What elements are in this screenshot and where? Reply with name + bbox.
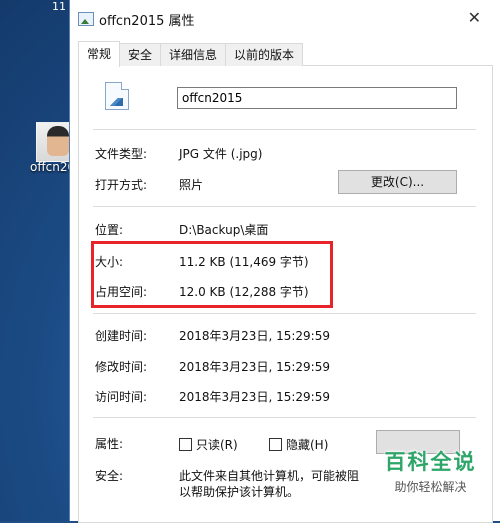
checkbox-box[interactable] <box>179 438 192 451</box>
attributes-label: 属性: <box>95 437 124 451</box>
created-label: 创建时间: <box>95 329 148 343</box>
title-bar[interactable]: offcn2015 属性 ✕ <box>70 0 500 36</box>
file-type-label: 文件类型: <box>95 147 148 161</box>
tab-details[interactable]: 详细信息 <box>160 43 227 66</box>
photo-thumbnail-icon <box>47 126 69 156</box>
general-panel: 文件类型: JPG 文件 (.jpg) 打开方式: 照片 更改(C)... 位置… <box>78 65 493 523</box>
image-file-icon <box>78 12 94 26</box>
location-label: 位置: <box>95 223 124 237</box>
tab-general[interactable]: 常规 <box>78 41 121 67</box>
location-value: D:\Backup\桌面 <box>179 223 269 237</box>
modified-label: 修改时间: <box>95 360 148 374</box>
security-text-line2: 以帮助保护该计算机。 <box>179 485 300 499</box>
security-text-line1: 此文件来自其他计算机，可能被阻 <box>179 469 360 483</box>
created-value: 2018年3月23日, 15:29:59 <box>179 329 330 343</box>
modified-value: 2018年3月23日, 15:29:59 <box>179 360 330 374</box>
close-button[interactable]: ✕ <box>468 8 481 27</box>
accessed-value: 2018年3月23日, 15:29:59 <box>179 390 330 404</box>
desktop-corner-text: 11 <box>52 0 66 13</box>
size-highlight-box <box>91 241 333 308</box>
file-name-input[interactable] <box>177 87 457 109</box>
watermark-subtitle: 助你轻松解决 <box>394 480 467 494</box>
hidden-checkbox[interactable]: 隐藏(H) <box>269 436 328 453</box>
image-file-icon <box>105 82 129 110</box>
accessed-label: 访问时间: <box>95 390 148 404</box>
tab-bar: 常规 安全 详细信息 以前的版本 <box>78 41 304 67</box>
hidden-label: 隐藏(H) <box>286 438 329 452</box>
divider <box>93 206 476 207</box>
divider <box>93 417 476 418</box>
readonly-checkbox[interactable]: 只读(R) <box>179 436 238 453</box>
tab-security[interactable]: 安全 <box>119 43 162 66</box>
watermark-title: 百科全说 <box>384 450 477 474</box>
properties-dialog: offcn2015 属性 ✕ 常规 安全 详细信息 以前的版本 文件类型: JP… <box>69 0 500 523</box>
open-with-value: 照片 <box>179 178 204 192</box>
divider <box>93 313 476 314</box>
checkbox-box[interactable] <box>269 438 282 451</box>
tab-previous-versions[interactable]: 以前的版本 <box>225 43 304 66</box>
security-label: 安全: <box>95 469 124 483</box>
watermark: 百科全说 助你轻松解决 <box>369 446 492 516</box>
divider <box>93 129 476 130</box>
change-button[interactable]: 更改(C)... <box>338 170 457 194</box>
file-type-value: JPG 文件 (.jpg) <box>179 147 263 161</box>
window-title: offcn2015 属性 <box>99 14 195 29</box>
readonly-label: 只读(R) <box>196 438 238 452</box>
open-with-label: 打开方式: <box>95 178 148 192</box>
